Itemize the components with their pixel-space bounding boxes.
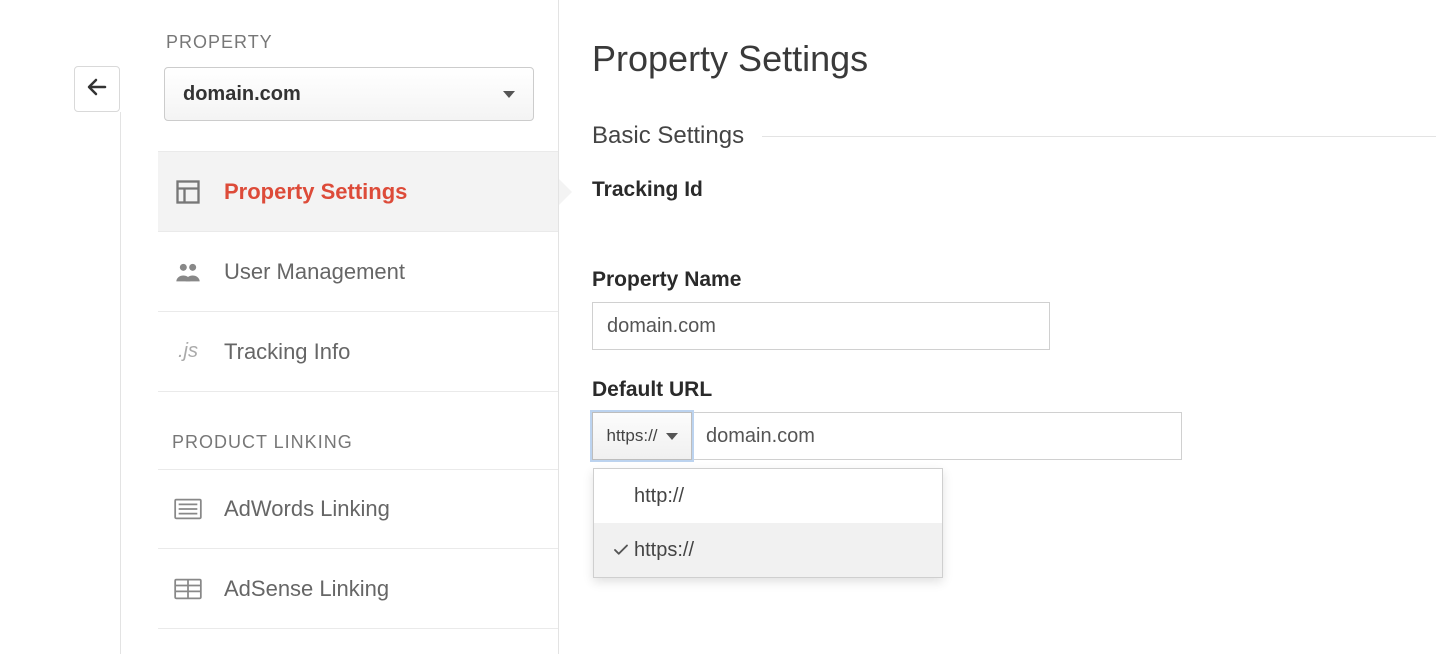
users-icon xyxy=(172,256,204,288)
scheme-option-label: http:// xyxy=(634,485,684,508)
sidebar-item-label: Tracking Info xyxy=(224,339,350,365)
js-icon: .js xyxy=(172,336,204,368)
sidebar-item-label: User Management xyxy=(224,259,405,285)
basic-settings-heading: Basic Settings xyxy=(592,122,744,150)
chevron-down-icon xyxy=(666,433,678,440)
sidebar-item-tracking-info[interactable]: .js Tracking Info xyxy=(158,312,558,392)
sidebar-item-label: AdSense Linking xyxy=(224,576,389,602)
sidebar-item-user-management[interactable]: User Management xyxy=(158,232,558,312)
property-selector-value: domain.com xyxy=(183,83,301,106)
property-name-input[interactable] xyxy=(592,302,1050,350)
scheme-option-https[interactable]: https:// xyxy=(594,523,942,577)
layout-icon xyxy=(172,573,204,605)
keyboard-icon xyxy=(172,493,204,525)
panel-icon xyxy=(172,176,204,208)
sidebar-section-label: PROPERTY xyxy=(166,32,558,53)
back-arrow-icon xyxy=(85,75,109,104)
scheme-select[interactable]: https:// http:// https:// xyxy=(592,412,692,460)
default-url-label: Default URL xyxy=(592,378,1436,402)
scheme-option-http[interactable]: http:// xyxy=(594,469,942,523)
check-icon xyxy=(608,541,634,559)
divider-line xyxy=(762,136,1436,137)
scheme-option-label: https:// xyxy=(634,539,694,562)
sidebar-item-adwords-linking[interactable]: AdWords Linking xyxy=(158,469,558,549)
sidebar-item-label: AdWords Linking xyxy=(224,496,390,522)
sidebar-item-label: Property Settings xyxy=(224,179,407,205)
scheme-dropdown: http:// https:// xyxy=(593,468,943,578)
property-selector[interactable]: domain.com xyxy=(164,67,534,121)
chevron-down-icon xyxy=(503,91,515,98)
tracking-id-label: Tracking Id xyxy=(592,178,1436,202)
vertical-rule xyxy=(120,112,121,654)
content-divider xyxy=(558,0,559,654)
page-title: Property Settings xyxy=(592,38,1436,80)
default-url-input[interactable] xyxy=(692,412,1182,460)
back-button[interactable] xyxy=(74,66,120,112)
sidebar-item-property-settings[interactable]: Property Settings xyxy=(158,152,558,232)
property-name-label: Property Name xyxy=(592,268,1436,292)
scheme-selected-label: https:// xyxy=(606,426,657,446)
sidebar-subsection-label: PRODUCT LINKING xyxy=(172,432,558,453)
sidebar-item-adsense-linking[interactable]: AdSense Linking xyxy=(158,549,558,629)
